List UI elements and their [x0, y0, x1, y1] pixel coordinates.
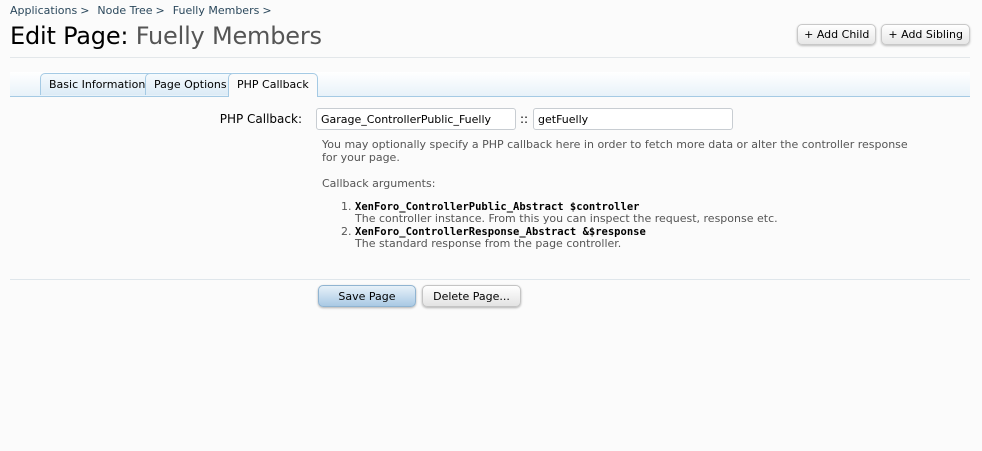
title-divider: [10, 57, 970, 58]
breadcrumb-applications[interactable]: Applications: [10, 4, 77, 17]
callback-explain-text: You may optionally specify a PHP callbac…: [322, 138, 908, 164]
breadcrumb-node-tree[interactable]: Node Tree: [97, 4, 152, 17]
breadcrumb-separator: >: [155, 4, 165, 17]
callback-args-list: XenForo_ControllerPublic_Abstract $contr…: [322, 201, 912, 250]
delete-page-button[interactable]: Delete Page...: [422, 285, 521, 307]
save-page-button[interactable]: Save Page: [318, 285, 416, 307]
list-item: XenForo_ControllerPublic_Abstract $contr…: [355, 201, 912, 225]
callback-method-input[interactable]: [533, 108, 733, 130]
form-divider: [10, 279, 970, 280]
arg-description: The controller instance. From this you c…: [355, 212, 778, 225]
list-item: XenForo_ControllerResponse_Abstract &$re…: [355, 226, 912, 250]
page-title-prefix: Edit Page:: [10, 22, 129, 50]
breadcrumb-separator: >: [262, 4, 272, 17]
breadcrumb: Applications > Node Tree > Fuelly Members >: [10, 4, 280, 17]
tabs-bar: Basic Information Page Options PHP Callb…: [10, 72, 970, 97]
add-child-button[interactable]: + Add Child: [797, 24, 877, 45]
page-title: Edit Page: Fuelly Members: [10, 22, 322, 50]
callback-explanation: You may optionally specify a PHP callbac…: [322, 138, 912, 251]
add-sibling-button[interactable]: + Add Sibling: [881, 24, 970, 45]
callback-class-input[interactable]: [316, 108, 516, 130]
breadcrumb-fuelly-members[interactable]: Fuelly Members: [173, 4, 260, 17]
callback-separator: ::: [520, 112, 529, 126]
tab-page-options[interactable]: Page Options: [145, 73, 236, 95]
page-title-node: Fuelly Members: [135, 22, 322, 50]
tab-php-callback[interactable]: PHP Callback: [228, 73, 318, 97]
tab-basic-information[interactable]: Basic Information: [40, 73, 155, 95]
arg-description: The standard response from the page cont…: [355, 237, 622, 250]
php-callback-label: PHP Callback:: [219, 112, 302, 126]
callback-args-heading: Callback arguments:: [322, 177, 436, 190]
top-action-buttons: + Add Child + Add Sibling: [797, 24, 970, 45]
breadcrumb-separator: >: [80, 4, 90, 17]
